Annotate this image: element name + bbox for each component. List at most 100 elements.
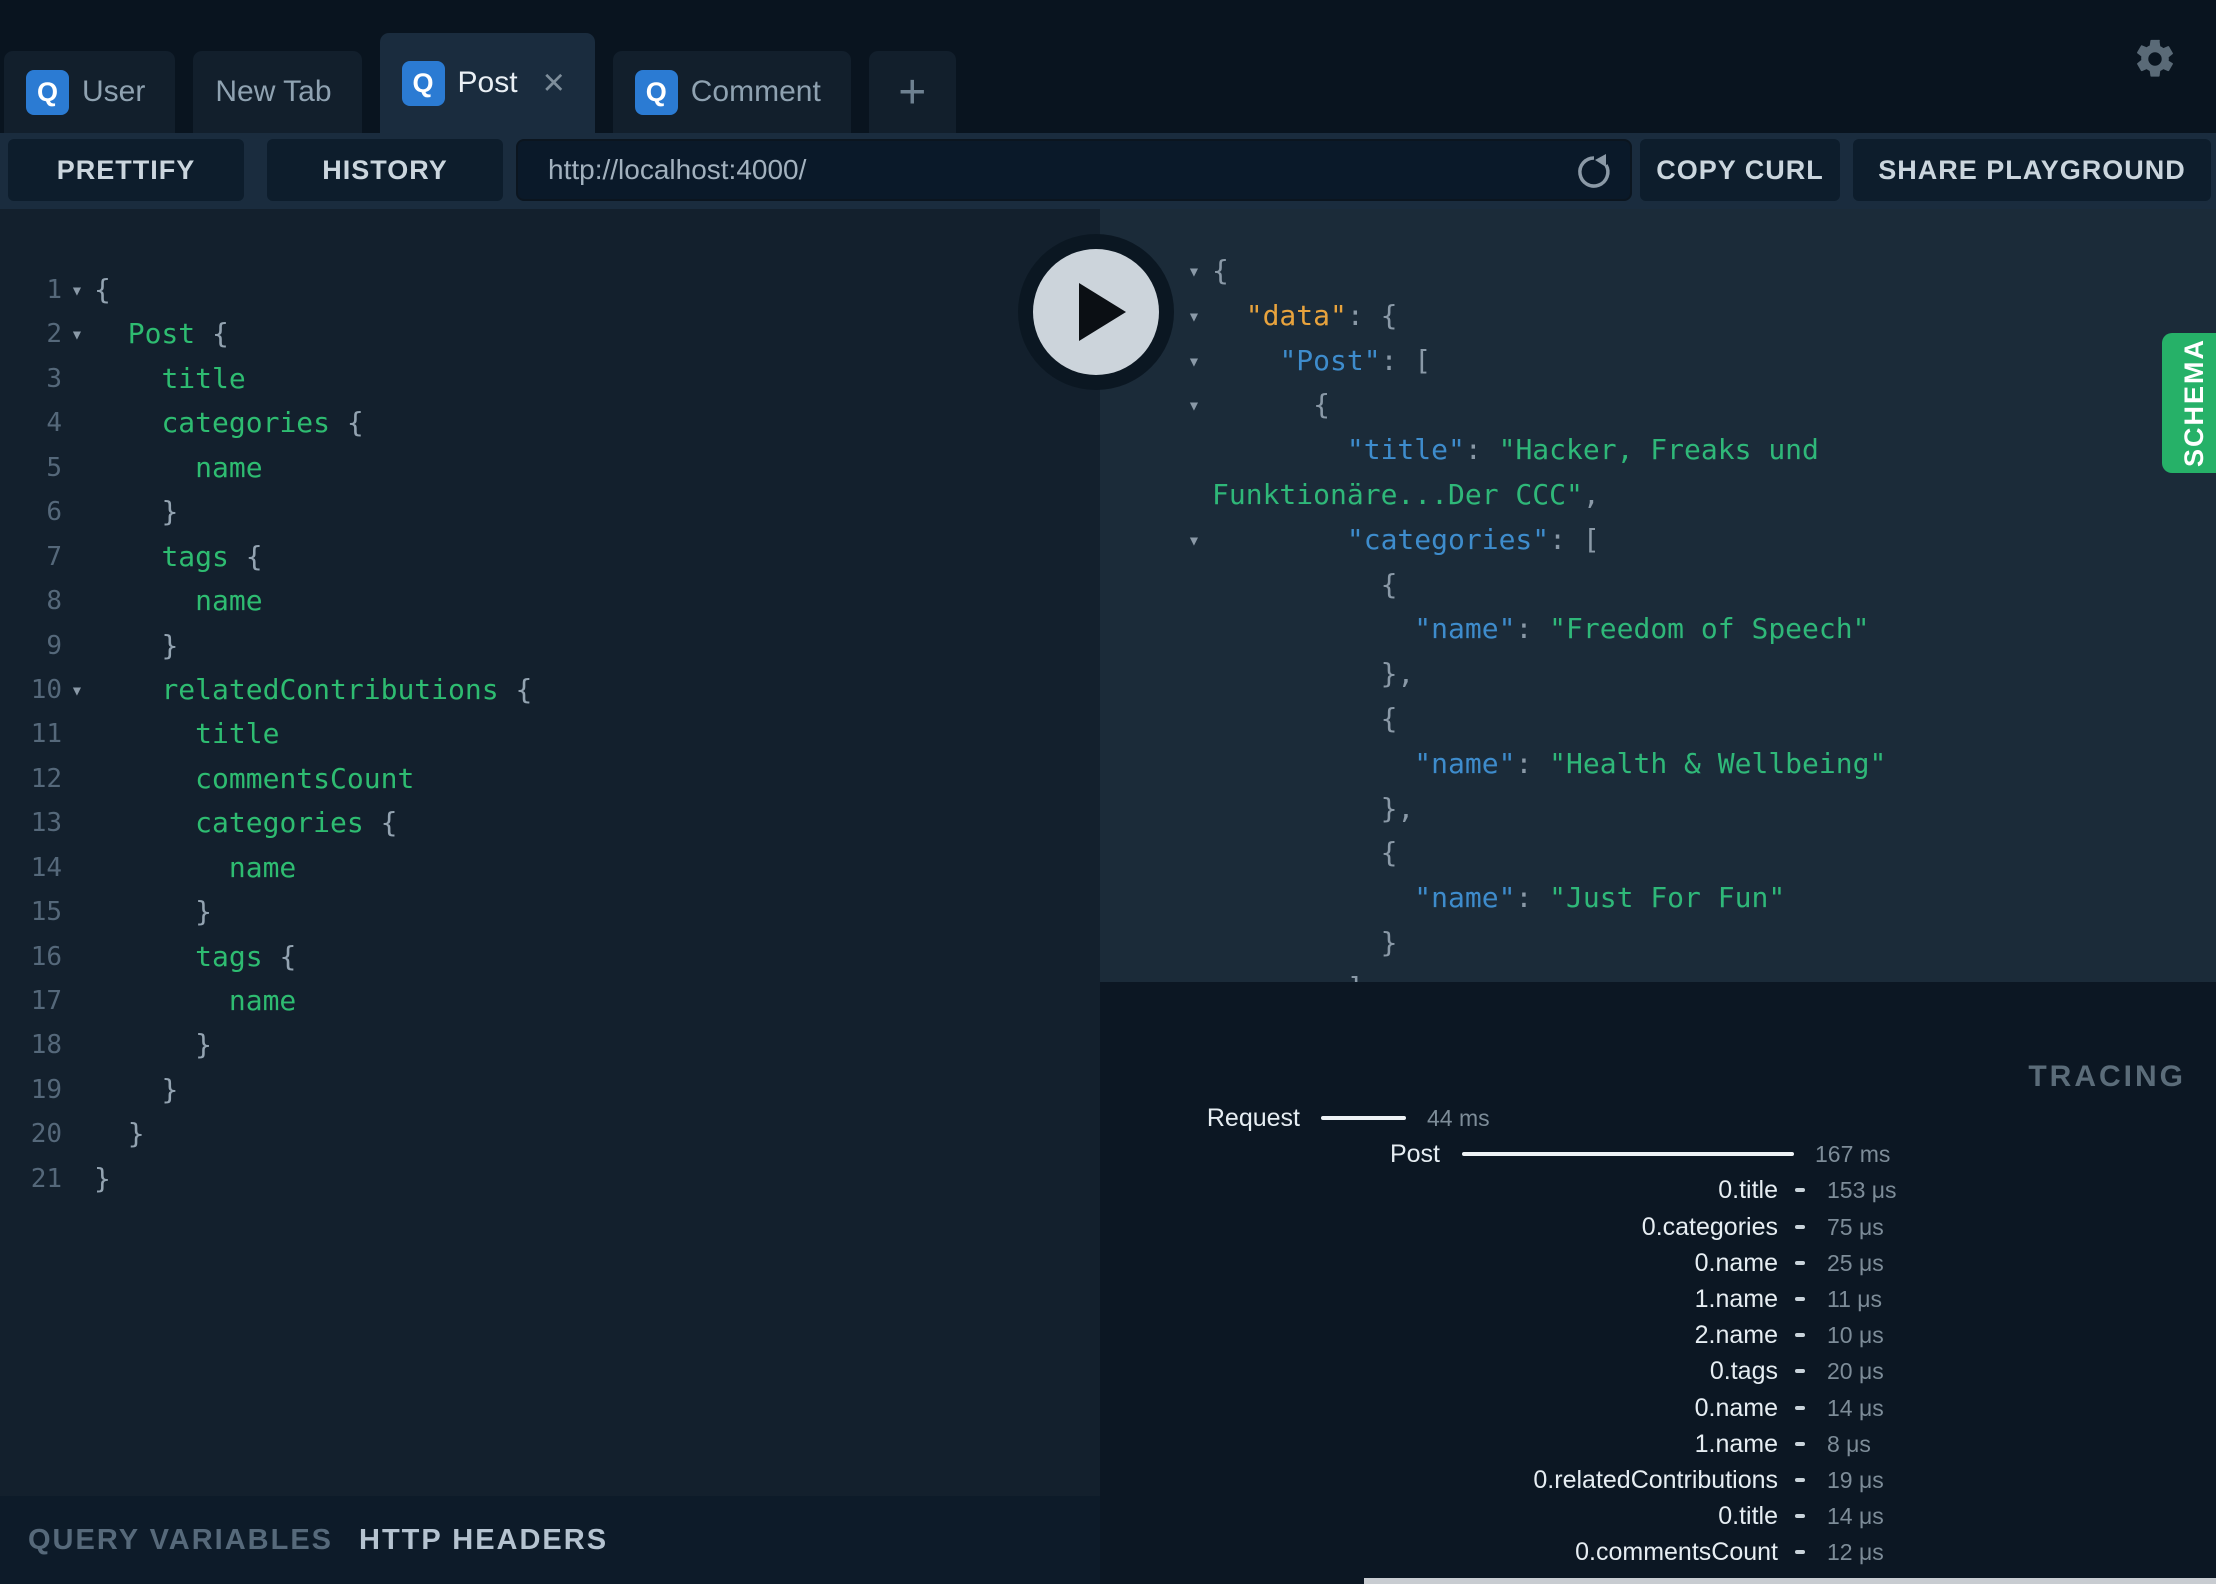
fold-arrow-icon[interactable]: ▾ [1182,249,1206,294]
tracing-bar [1321,1116,1406,1120]
code-line: ] [1100,966,2216,982]
tracing-label: 2.name [1694,1321,1778,1350]
settings-gear-icon[interactable] [2132,36,2178,82]
tracing-value: 75 μs [1827,1213,1884,1240]
tracing-label: 0.name [1694,1393,1778,1422]
fold-arrow-icon[interactable]: ▾ [1182,518,1206,563]
endpoint-url-input[interactable] [516,139,1632,201]
line-number: 19 [30,1074,62,1105]
code-line: } [1100,921,2216,966]
tracing-row: 0.tags 20 μs [1100,1356,2216,1386]
reload-icon[interactable] [1572,150,1616,194]
tracing-value: 20 μs [1827,1358,1884,1385]
tracing-rows: Request 44 ms Post 167 ms 0.title 153 μs 0.cat… [1100,1103,2216,1584]
query-code[interactable]: 1 ▾{2 ▾ Post {3 title 4 categories {5 name 6… [0,268,1100,1201]
execute-query-button[interactable] [1018,234,1174,390]
schema-tab-label: SCHEMA [2178,338,2209,468]
fold-arrow-icon[interactable]: ▾ [64,668,90,712]
prettify-button[interactable]: PRETTIFY [8,139,244,201]
close-icon[interactable]: × [543,64,565,102]
code-text: commentsCount [195,761,415,795]
tab-label: Comment [690,75,821,108]
query-badge: Q [401,60,445,106]
line-number: 7 [46,541,62,572]
tab-post[interactable]: Q Post × [379,33,595,133]
code-line: 3 title [0,357,1100,401]
tracing-value: 14 μs [1827,1503,1884,1530]
code-line: ▾ { [1100,383,2216,428]
line-number: 6 [46,497,62,528]
share-playground-button[interactable]: SHARE PLAYGROUND [1853,139,2211,201]
line-number: 14 [30,852,62,883]
code-text: { [1380,567,1398,601]
code-line: { [1100,697,2216,742]
http-headers-tab[interactable]: HTTP HEADERS [359,1524,608,1557]
code-line: { [1100,831,2216,876]
bottom-bar: QUERY VARIABLES HTTP HEADERS [0,1496,1100,1584]
line-number: 17 [30,986,62,1016]
code-text: "data": { [1245,298,1398,332]
code-text: title [161,361,246,395]
tracing-row: 0.name 25 μs [1100,1248,2216,1278]
code-text: { [1212,254,1229,287]
code-text: ] [1100,966,2216,982]
schema-tab[interactable]: SCHEMA [2162,333,2216,473]
tracing-dash [1795,1550,1805,1555]
response-pane: ▾{▾ "data": {▾ "Post": [▾ { "title": "Ha… [1100,209,2216,982]
code-text: { [1380,836,1398,870]
tracing-dash [1795,1514,1805,1519]
fold-arrow-icon[interactable]: ▾ [64,312,90,356]
tab-comment[interactable]: Q Comment [612,51,851,133]
code-line: "title": "Hacker, Freaks und [1100,428,2216,473]
tracing-dash [1795,1260,1805,1265]
code-line: "name": "Just For Fun" [1100,876,2216,921]
query-badge: Q [26,69,69,115]
line-number: 15 [30,897,62,928]
tracing-label: Request [1206,1104,1300,1132]
fold-arrow-icon[interactable]: ▾ [1182,383,1206,428]
fold-arrow-icon[interactable]: ▾ [1182,294,1206,339]
new-tab-button[interactable]: + [868,51,956,133]
toolbar: PRETTIFY HISTORY COPY CURL SHARE PLAYGRO… [0,133,2216,209]
line-number: 8 [46,586,62,617]
tracing-label: 1.name [1694,1285,1778,1313]
play-icon [1078,283,1126,341]
tracing-dash [1795,1405,1805,1410]
query-variables-tab[interactable]: QUERY VARIABLES [28,1524,333,1557]
tracing-value: 153 μs [1827,1177,1897,1204]
fold-arrow-icon[interactable]: ▾ [64,268,90,312]
tracing-value: 14 μs [1827,1394,1884,1421]
code-line: 10 ▾ relatedContributions { [0,668,1100,712]
line-number: 1 [46,275,62,305]
code-text: name [195,450,263,484]
code-text: { [94,273,111,306]
line-number: 11 [30,719,62,750]
tracing-dash [1795,1297,1805,1301]
tracing-value: 11 μs [1827,1286,1883,1312]
tracing-dash [1795,1478,1805,1482]
code-line: 18 } [0,1023,1100,1067]
code-line: 4 categories { [0,401,1100,445]
copy-curl-button[interactable]: COPY CURL [1640,139,1840,201]
code-line: ▾ "data": { [1100,294,2216,339]
history-button[interactable]: HISTORY [267,139,503,201]
code-line: 15 } [0,890,1100,934]
tab-new-tab[interactable]: New Tab [193,51,362,133]
tracing-row: 1.name 8 μs [1100,1429,2216,1459]
code-text: } [161,1072,179,1106]
code-line: 17 name [0,979,1100,1023]
query-editor-pane[interactable]: 1 ▾{2 ▾ Post {3 title 4 categories {5 name 6… [0,209,1100,1496]
tab-user[interactable]: Q User [4,51,176,133]
code-text: } [94,1161,111,1195]
fold-arrow-icon[interactable]: ▾ [1182,339,1206,384]
code-line: 5 name [0,446,1100,490]
tracing-title: TRACING [2028,1060,2186,1093]
code-text: Post { [127,317,229,351]
code-line: ▾ "Post": [ [1100,339,2216,384]
code-text: } [127,1117,145,1151]
line-number: 20 [30,1119,62,1150]
line-number: 12 [30,763,62,794]
horizontal-scrollbar[interactable] [1364,1578,2216,1584]
code-text: name [228,850,297,884]
line-number: 21 [30,1163,62,1194]
